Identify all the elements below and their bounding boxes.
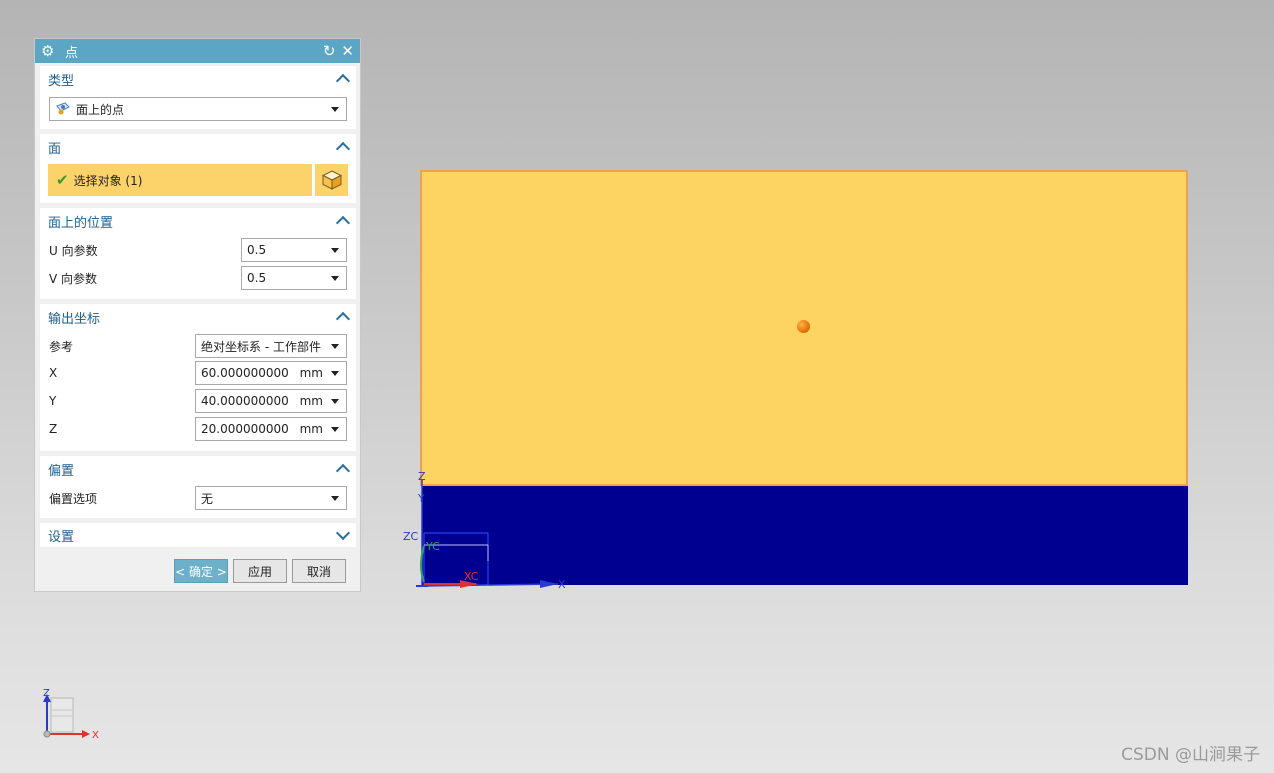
watermark: CSDN @山涧果子 <box>1121 745 1260 765</box>
select-object-field[interactable]: ✔ 选择对象 (1) <box>48 164 312 196</box>
reference-dropdown[interactable]: 绝对坐标系 - 工作部件 <box>195 334 347 358</box>
select-face-button[interactable] <box>315 164 348 196</box>
triad-z-label: Z <box>43 688 50 699</box>
point-dialog: ⚙ 点 ↻ ✕ 类型 面上的点 面 ✔ 选择对象 (1) 面上的位置 U 向参数… <box>34 38 361 592</box>
type-dropdown[interactable]: 面上的点 <box>49 97 347 121</box>
apply-button[interactable]: 应用 <box>233 559 287 583</box>
abs-y-label: Y <box>417 492 425 505</box>
abs-x-label: X <box>558 578 566 591</box>
face-group: 面 ✔ 选择对象 (1) <box>40 134 356 203</box>
position-group-header[interactable]: 面上的位置 <box>40 208 356 234</box>
point-on-face-icon <box>56 102 70 115</box>
x-coord-row: X 60.000000000 mm <box>40 360 356 386</box>
chevron-down-icon <box>331 106 339 112</box>
chevron-down-icon <box>331 370 339 376</box>
check-icon: ✔ <box>56 171 69 189</box>
chevron-down-icon <box>331 275 339 281</box>
dialog-titlebar: ⚙ 点 ↻ ✕ <box>35 39 360 63</box>
created-point-marker[interactable] <box>797 320 810 333</box>
chevron-down-icon <box>331 343 339 349</box>
reset-icon[interactable]: ↻ <box>323 43 336 59</box>
chevron-down-icon <box>331 426 339 432</box>
cube-icon <box>321 170 342 190</box>
close-icon[interactable]: ✕ <box>341 43 354 59</box>
z-coord-input[interactable]: 20.000000000 mm <box>195 417 347 441</box>
u-param-input[interactable]: 0.5 <box>241 238 347 262</box>
x-coord-input[interactable]: 60.000000000 mm <box>195 361 347 385</box>
offset-option-row: 偏置选项 无 <box>40 485 356 511</box>
wcs-xc-label: XC <box>464 570 479 583</box>
offset-group-header[interactable]: 偏置 <box>40 456 356 482</box>
dialog-title: 点 <box>65 45 79 61</box>
y-coord-row: Y 40.000000000 mm <box>40 388 356 414</box>
v-param-input[interactable]: 0.5 <box>241 266 347 290</box>
settings-group: 设置 <box>40 523 356 547</box>
output-coords-group: 输出坐标 参考 绝对坐标系 - 工作部件 X 60.000000000 mm Y… <box>40 304 356 451</box>
v-param-row: V 向参数 0.5 <box>40 265 356 291</box>
chevron-down-icon <box>331 247 339 253</box>
triad-x-label: X <box>92 730 99 741</box>
output-group-header[interactable]: 输出坐标 <box>40 304 356 330</box>
offset-option-dropdown[interactable]: 无 <box>195 486 347 510</box>
type-group: 类型 面上的点 <box>40 66 356 129</box>
chevron-down-icon <box>331 398 339 404</box>
abs-z-label: Z <box>418 470 426 483</box>
position-on-face-group: 面上的位置 U 向参数 0.5 V 向参数 0.5 <box>40 208 356 299</box>
gear-icon[interactable]: ⚙ <box>41 42 59 60</box>
u-param-row: U 向参数 0.5 <box>40 237 356 263</box>
chevron-up-icon <box>335 215 351 231</box>
face-group-header[interactable]: 面 <box>40 134 356 160</box>
chevron-down-icon <box>331 495 339 501</box>
chevron-up-icon <box>335 141 351 157</box>
chevron-up-icon <box>335 73 351 89</box>
chevron-up-icon <box>335 311 351 327</box>
wcs-zc-label: ZC <box>403 530 419 543</box>
chevron-up-icon <box>335 463 351 479</box>
chevron-down-icon <box>335 525 351 541</box>
wcs-yc-label: YC <box>425 540 440 553</box>
ok-button[interactable]: < 确定 > <box>174 559 228 583</box>
cancel-button[interactable]: 取消 <box>292 559 346 583</box>
reference-row: 参考 绝对坐标系 - 工作部件 <box>40 333 356 359</box>
view-triad: Z X <box>43 688 99 741</box>
wcs-axes: Z Y X ZC YC XC <box>403 470 566 591</box>
z-coord-row: Z 20.000000000 mm <box>40 416 356 442</box>
type-group-header[interactable]: 类型 <box>40 66 356 92</box>
offset-group: 偏置 偏置选项 无 <box>40 456 356 518</box>
y-coord-input[interactable]: 40.000000000 mm <box>195 389 347 413</box>
settings-group-header[interactable]: 设置 <box>40 523 356 547</box>
